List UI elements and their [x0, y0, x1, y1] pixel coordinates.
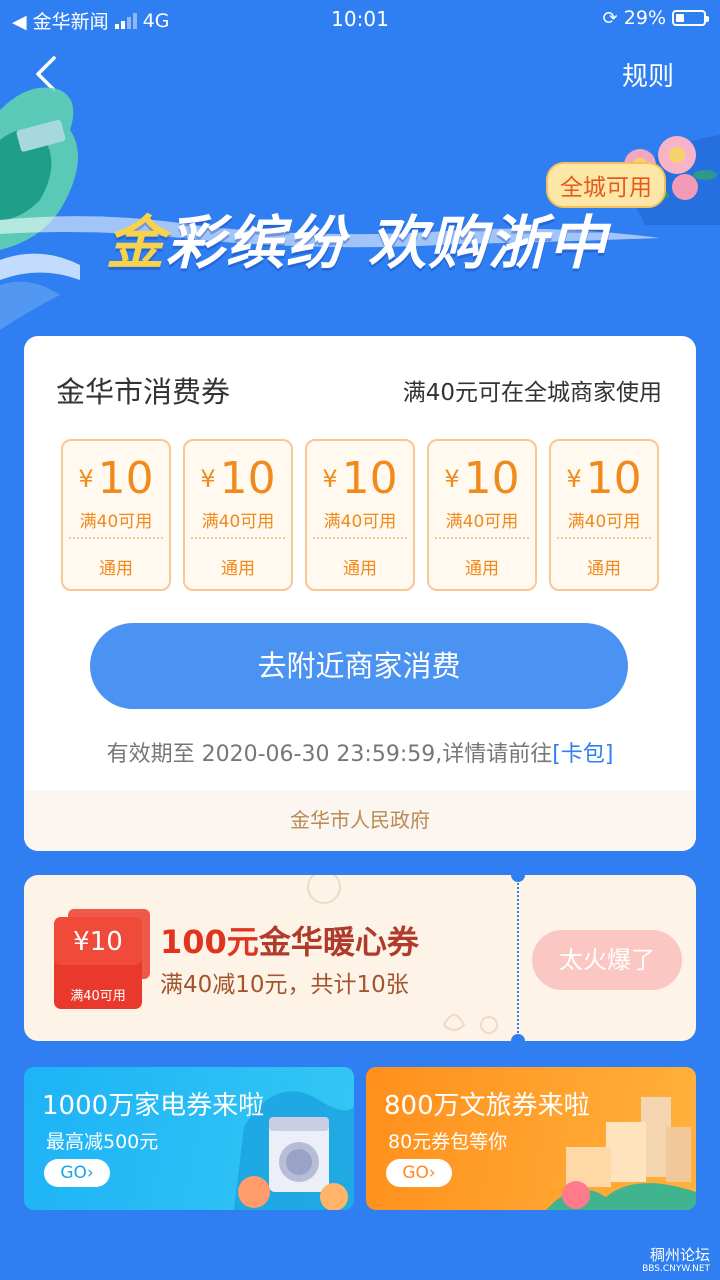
status-bar: ◀ 金华新闻 4G 10:01 ⟳ 29% — [0, 0, 720, 38]
ticket-notch-bottom — [511, 1034, 525, 1041]
coupon-currency: ¥ — [78, 465, 94, 493]
banner-title: 金彩缤纷 欢购浙中 — [106, 196, 608, 280]
tourism-tile-title: 800万文旅券来啦 — [384, 1091, 590, 1121]
appliance-tile-subtitle: 最高减500元 — [46, 1131, 159, 1153]
coupon-tag: 通用 — [99, 559, 133, 579]
appliance-tile-title: 1000万家电券来啦 — [42, 1091, 265, 1121]
tourism-coupon-tile[interactable]: 800万文旅券来啦 80元券包等你 GO› — [366, 1067, 696, 1210]
battery-percent: 29% — [623, 7, 666, 29]
coupon-condition: 满40可用 — [79, 512, 153, 532]
validity-date: 有效期至 2020-06-30 23:59:59,详情请前往 — [106, 742, 553, 767]
coupon-ticket[interactable]: ¥10 满40可用 通用 — [61, 439, 171, 591]
nearby-merchants-button[interactable]: 去附近商家消费 — [90, 623, 628, 709]
battery-fill — [676, 14, 684, 22]
coupon-currency: ¥ — [444, 465, 460, 493]
city-available-badge: 全城可用 — [546, 162, 666, 208]
tourism-tile-subtitle: 80元券包等你 — [388, 1131, 508, 1153]
coupon-amount: 10 — [463, 453, 520, 504]
battery-icon — [672, 10, 709, 26]
coupon-amount: 10 — [219, 453, 276, 504]
coupon-condition: 满40可用 — [323, 512, 397, 532]
coupon-ticket[interactable]: ¥10 满40可用 通用 — [183, 439, 293, 591]
coupon-tag: 通用 — [221, 559, 255, 579]
warm-coupon-name: 金华暖心券 — [258, 923, 419, 961]
coupon-amount: 10 — [585, 453, 642, 504]
validity-text: 有效期至 2020-06-30 23:59:59,详情请前往[卡包] — [24, 736, 696, 768]
appliance-go-button[interactable]: GO› — [44, 1159, 110, 1187]
coupon-condition: 满40可用 — [201, 512, 275, 532]
rules-link[interactable]: 规则 — [622, 56, 674, 93]
appliance-coupon-tile[interactable]: 1000万家电券来啦 最高减500元 GO› — [24, 1067, 354, 1210]
coupon-divider — [435, 537, 529, 539]
warm-coupon-value: 100元 — [160, 923, 259, 961]
consumption-coupon-card: 金华市消费券 满40元可在全城商家使用 ¥10 满40可用 通用 ¥10 满40… — [24, 336, 696, 851]
coupon-currency: ¥ — [322, 465, 338, 493]
watermark-url: BBS.CNYW.NET — [642, 1264, 710, 1274]
issuer-footer: 金华市人民政府 — [24, 790, 696, 851]
coupon-currency: ¥ — [566, 465, 582, 493]
coupon-ticket[interactable]: ¥10 满40可用 通用 — [305, 439, 415, 591]
coupon-ticket[interactable]: ¥10 满40可用 通用 — [549, 439, 659, 591]
warm-coupon-title: 100元金华暖心券 — [160, 917, 419, 963]
envelope-amount: ¥10 — [73, 927, 123, 957]
card-subtitle: 满40元可在全城商家使用 — [402, 380, 662, 406]
coupon-amount: 10 — [97, 453, 154, 504]
sold-out-button[interactable]: 太火爆了 — [532, 930, 682, 990]
coupon-amount: 10 — [341, 453, 398, 504]
card-title: 金华市消费券 — [56, 375, 231, 409]
coupon-divider — [191, 537, 285, 539]
coupon-currency: ¥ — [200, 465, 216, 493]
envelope-condition: 满40可用 — [70, 989, 126, 1004]
coupon-divider — [69, 537, 163, 539]
ticket-divider — [517, 875, 519, 1041]
coupon-divider — [557, 537, 651, 539]
coupon-tag: 通用 — [343, 559, 377, 579]
coupon-divider — [313, 537, 407, 539]
coupon-ticket[interactable]: ¥10 满40可用 通用 — [427, 439, 537, 591]
banner-title-rest: 彩缤纷 欢购浙中 — [166, 209, 609, 277]
warm-coupon-subtitle: 满40减10元，共计10张 — [160, 972, 409, 998]
status-right: ⟳ 29% — [602, 7, 709, 29]
coupon-condition: 满40可用 — [567, 512, 641, 532]
coupon-condition: 满40可用 — [445, 512, 519, 532]
warm-coupon-card[interactable]: ¥10 满40可用 100元金华暖心券 满40减10元，共计10张 太火爆了 — [24, 875, 696, 1041]
card-wallet-link[interactable]: [卡包] — [552, 742, 613, 767]
coupon-tag: 通用 — [587, 559, 621, 579]
tourism-go-button[interactable]: GO› — [386, 1159, 452, 1187]
coupon-tag: 通用 — [465, 559, 499, 579]
watermark-name: 稠州论坛 — [649, 1246, 710, 1264]
banner-title-gold: 金 — [106, 209, 167, 277]
rotation-lock-icon: ⟳ — [602, 7, 618, 29]
forum-watermark: 稠州论坛 BBS.CNYW.NET — [642, 1248, 710, 1276]
